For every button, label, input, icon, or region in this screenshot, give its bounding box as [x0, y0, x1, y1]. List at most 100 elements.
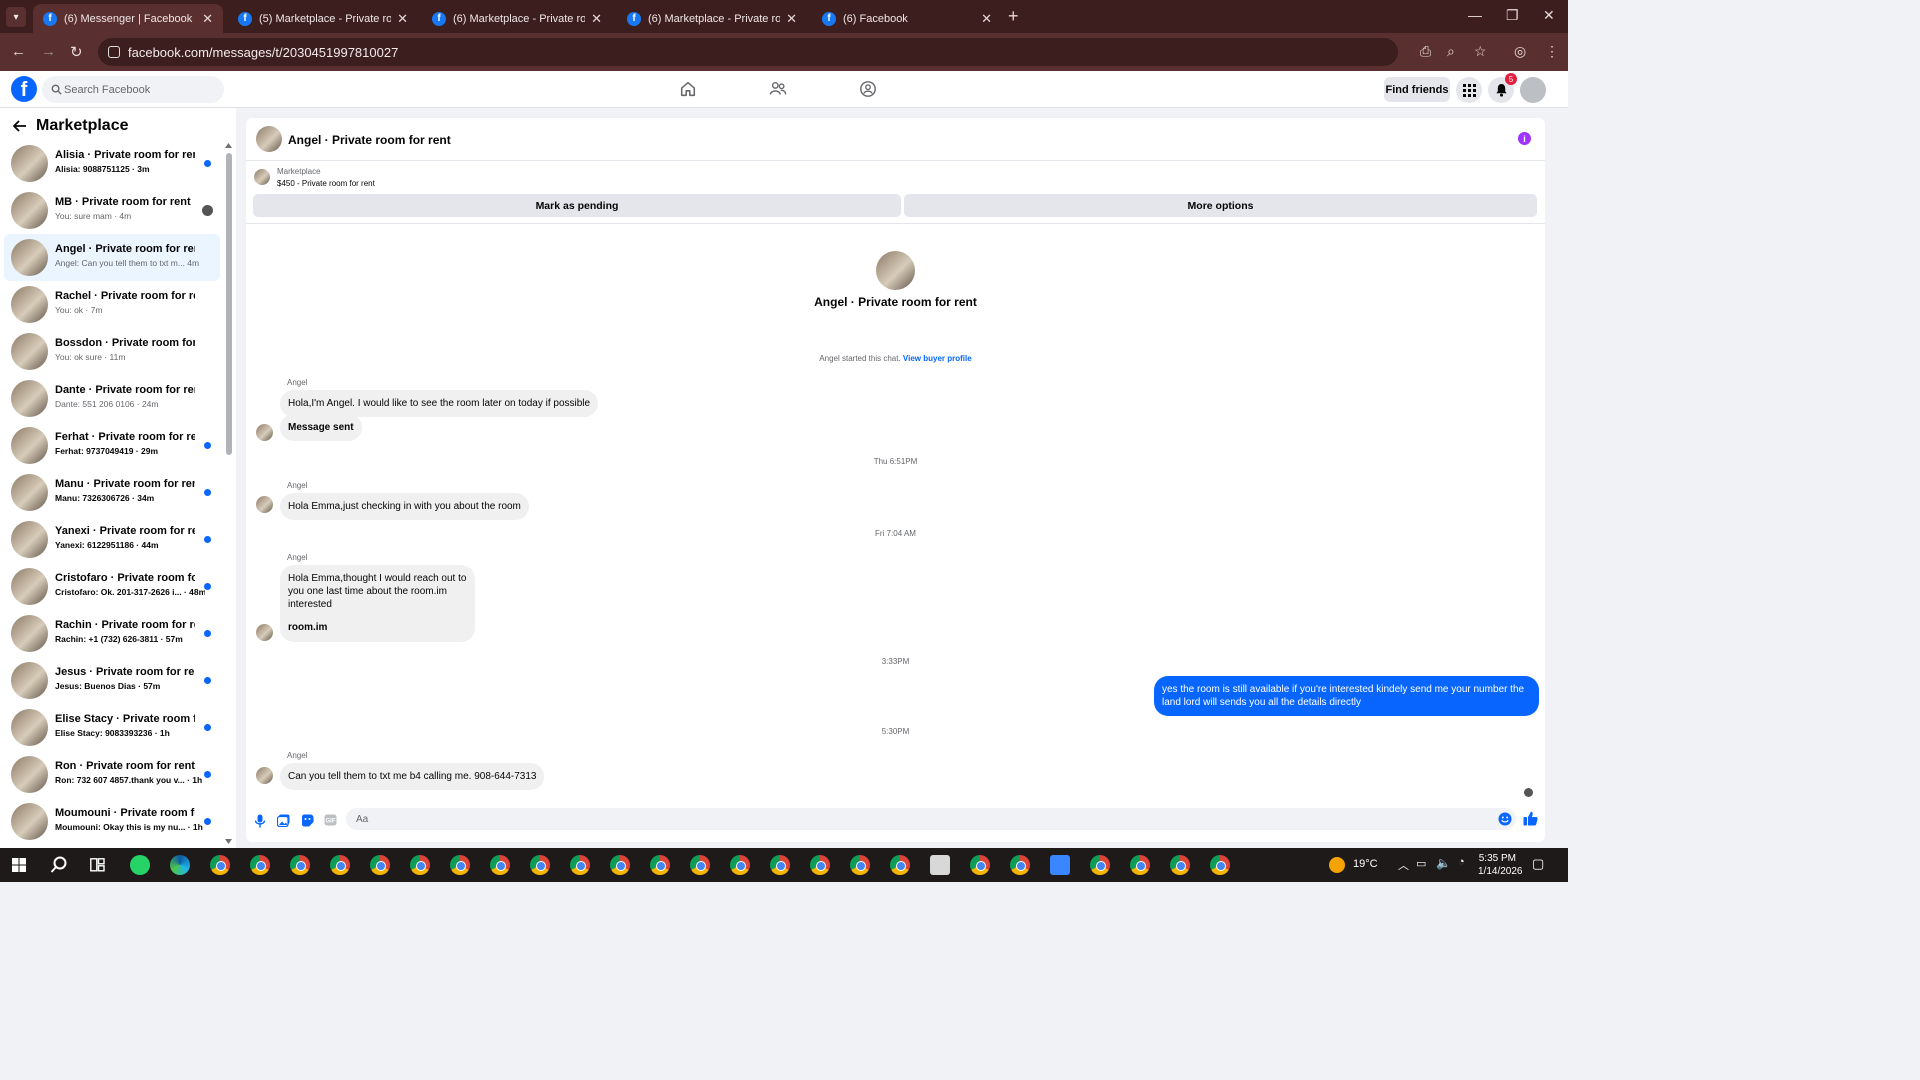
search-facebook-input[interactable]: Search Facebook	[42, 76, 224, 103]
tab-close-icon[interactable]: ✕	[202, 11, 213, 27]
conversation-item[interactable]: Rachel · Private room for rent You: ok · …	[4, 281, 220, 328]
chrome-icon[interactable]	[210, 855, 230, 875]
conversation-item[interactable]: Moumouni · Private room for ... Moumouni:…	[4, 798, 220, 845]
chrome-icon[interactable]	[570, 855, 590, 875]
message-bubble[interactable]: Can you tell them to txt me b4 calling m…	[280, 763, 545, 790]
more-options-button[interactable]: More options	[904, 194, 1537, 217]
conversation-item[interactable]: Rachin · Private room for rent Rachin: +1…	[4, 610, 220, 657]
gif-icon[interactable]: GIF	[324, 814, 337, 826]
wifi-icon[interactable]: ◔	[1458, 856, 1465, 868]
chrome-icon[interactable]	[1010, 855, 1030, 875]
back-arrow-icon[interactable]	[13, 120, 27, 132]
chrome-icon[interactable]	[810, 855, 830, 875]
address-bar[interactable]: facebook.com/messages/t/2030451997810027	[98, 38, 1398, 66]
mark-as-pending-button[interactable]: Mark as pending	[253, 194, 901, 217]
sender-avatar[interactable]	[256, 767, 273, 784]
network-icon[interactable]: ▭	[1416, 857, 1426, 870]
chrome-icon[interactable]	[370, 855, 390, 875]
tab-close-icon[interactable]: ✕	[786, 11, 797, 27]
chat-title[interactable]: Angel · Private room for rent	[288, 133, 451, 147]
menu-grid-button[interactable]	[1456, 77, 1482, 103]
chrome-icon[interactable]	[690, 855, 710, 875]
find-friends-button[interactable]: Find friends	[1384, 77, 1450, 102]
browser-tab-marketplace-2[interactable]: f (6) Marketplace - Private room ✕	[422, 4, 612, 33]
microphone-icon[interactable]	[254, 814, 266, 828]
sender-avatar[interactable]	[256, 424, 273, 441]
chrome-icon[interactable]	[650, 855, 670, 875]
chrome-icon[interactable]	[1130, 855, 1150, 875]
emoji-icon[interactable]	[1498, 812, 1512, 826]
forward-arrow-icon[interactable]: →	[41, 43, 56, 60]
chrome-icon[interactable]	[250, 855, 270, 875]
account-avatar[interactable]	[1520, 77, 1546, 103]
site-info-icon[interactable]	[108, 46, 120, 58]
clock[interactable]: 5:35 PM 1/14/2026	[1478, 852, 1523, 878]
conversation-item[interactable]: Bossdon · Private room for rent You: ok s…	[4, 328, 220, 375]
window-close-icon[interactable]: ✕	[1543, 7, 1555, 24]
tab-close-icon[interactable]: ✕	[397, 11, 408, 27]
edge-icon[interactable]	[170, 855, 190, 875]
bookmark-star-icon[interactable]: ☆	[1474, 43, 1487, 60]
weather-temperature[interactable]: 19°C	[1353, 858, 1378, 870]
chrome-icon[interactable]	[530, 855, 550, 875]
chrome-icon[interactable]	[290, 855, 310, 875]
notification-center-icon[interactable]: ▢	[1532, 856, 1544, 872]
message-bubble[interactable]: Hola,I'm Angel. I would like to see the …	[280, 390, 599, 417]
chrome-icon[interactable]	[1170, 855, 1190, 875]
sender-avatar[interactable]	[256, 624, 273, 641]
message-link-preview[interactable]: room.im	[288, 621, 467, 634]
conversation-item[interactable]: Ferhat · Private room for rent Ferhat: 97…	[4, 422, 220, 469]
volume-icon[interactable]: 🔈	[1436, 856, 1451, 870]
new-tab-button[interactable]: +	[1008, 6, 1019, 27]
chrome-icon[interactable]	[890, 855, 910, 875]
conversation-info-icon[interactable]: i	[1518, 132, 1531, 145]
file-explorer-icon[interactable]	[930, 855, 950, 875]
install-app-icon[interactable]: ⎙	[1420, 43, 1431, 60]
conversation-item[interactable]: Cristofaro · Private room for r... Cristo…	[4, 563, 220, 610]
browser-tab-facebook[interactable]: f (6) Facebook ✕	[812, 4, 1002, 33]
reload-icon[interactable]: ↻	[70, 43, 83, 61]
conversation-item[interactable]: Yanexi · Private room for rent Yanexi: 61…	[4, 516, 220, 563]
conversation-item[interactable]: Manu · Private room for rent Manu: 732630…	[4, 469, 220, 516]
task-view-icon[interactable]	[90, 858, 105, 872]
chrome-icon[interactable]	[850, 855, 870, 875]
conversation-item[interactable]: Jesus · Private room for rent Jesus: Buen…	[4, 657, 220, 704]
browser-tab-marketplace-1[interactable]: f (5) Marketplace - Private room ✕	[228, 4, 418, 33]
zoom-icon[interactable]: ⌕	[1447, 43, 1455, 60]
chrome-icon[interactable]	[1090, 855, 1110, 875]
conversation-item[interactable]: Alisia · Private room for rent Alisia: 90…	[4, 140, 220, 187]
sidebar-scroll-thumb[interactable]	[226, 153, 232, 455]
windows-start-icon[interactable]	[12, 858, 26, 872]
browser-menu-icon[interactable]: ⋮	[1545, 43, 1559, 60]
conversation-item[interactable]: Dante · Private room for rent Dante: 551 …	[4, 375, 220, 422]
tab-close-icon[interactable]: ✕	[981, 11, 992, 27]
browser-tab-messenger[interactable]: f (6) Messenger | Facebook ✕	[33, 4, 223, 33]
chat-avatar[interactable]	[256, 126, 282, 152]
sticker-icon[interactable]	[301, 814, 314, 827]
browser-tab-marketplace-3[interactable]: f (6) Marketplace - Private room ✕	[617, 4, 807, 33]
whatsapp-icon[interactable]	[130, 855, 150, 875]
message-bubble[interactable]: Message sent	[280, 414, 362, 441]
view-buyer-profile-link[interactable]: View buyer profile	[903, 354, 972, 363]
chrome-icon[interactable]	[410, 855, 430, 875]
chrome-icon[interactable]	[490, 855, 510, 875]
chrome-icon[interactable]	[610, 855, 630, 875]
chrome-icon[interactable]	[770, 855, 790, 875]
minimize-icon[interactable]: —	[1468, 7, 1482, 23]
message-bubble[interactable]: Hola Emma,thought I would reach out to y…	[280, 565, 475, 642]
chrome-icon[interactable]	[1210, 855, 1230, 875]
tab-search-button[interactable]: ▾	[6, 7, 26, 27]
tray-chevron-up-icon[interactable]: ︿	[1398, 857, 1409, 873]
chrome-icon[interactable]	[450, 855, 470, 875]
search-icon[interactable]	[50, 856, 68, 874]
photo-icon[interactable]	[277, 814, 290, 827]
chrome-icon[interactable]	[970, 855, 990, 875]
thumbs-up-icon[interactable]	[1523, 811, 1538, 826]
restore-icon[interactable]: ❐	[1506, 7, 1519, 24]
conversation-item[interactable]: MB · Private room for rent You: sure mam …	[4, 187, 220, 234]
message-bubble[interactable]: Hola Emma,just checking in with you abou…	[280, 493, 529, 520]
listing-title[interactable]: $450 - Private room for rent	[277, 179, 375, 188]
chrome-icon[interactable]	[730, 855, 750, 875]
sender-avatar[interactable]	[256, 496, 273, 513]
app-icon[interactable]	[1050, 855, 1070, 875]
